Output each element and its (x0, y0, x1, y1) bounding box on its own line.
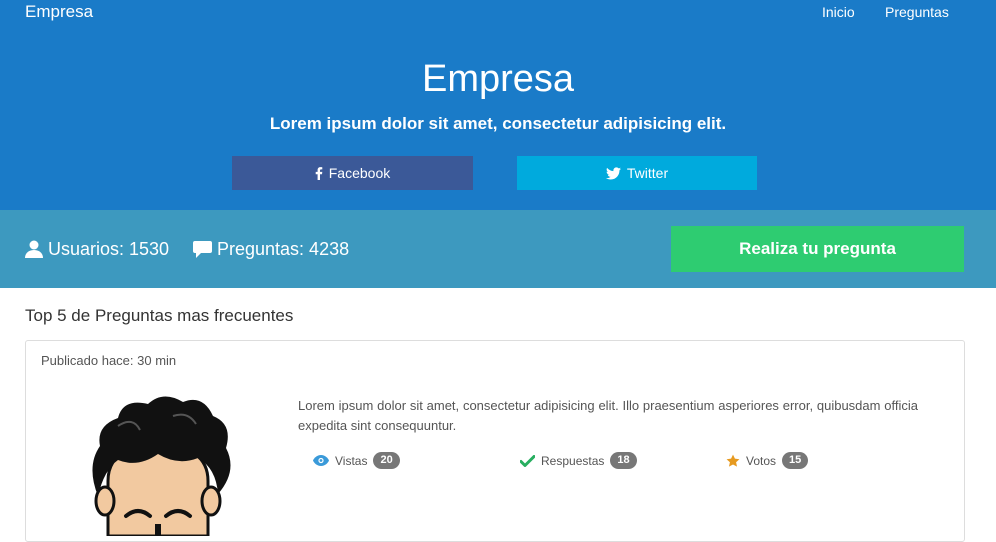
questions-stat-label: Preguntas: 4238 (217, 239, 350, 259)
question-card[interactable]: Publicado hace: 30 min Lorem ipsum dolor… (25, 340, 965, 542)
votes-label: Votos (746, 453, 777, 468)
hero-header: Empresa Inicio Preguntas Empresa Lorem i… (0, 0, 996, 210)
users-stat-label: Usuarios: 1530 (48, 239, 170, 259)
views-metric: Vistas 20 (313, 452, 400, 469)
hero-subtitle: Lorem ipsum dolor sit amet, consectetur … (269, 114, 727, 133)
twitter-label: Twitter (626, 165, 669, 181)
eye-icon (313, 455, 329, 466)
star-icon (726, 454, 740, 468)
question-text: Lorem ipsum dolor sit amet, consectetur … (298, 398, 918, 433)
faq-section-title: Top 5 de Preguntas mas frecuentes (25, 306, 294, 325)
twitter-button[interactable]: Twitter (517, 156, 757, 190)
answers-metric: Respuestas 18 (520, 452, 637, 469)
votes-metric: Votos 15 (726, 452, 809, 469)
twitter-icon (605, 166, 621, 180)
nav-preguntas[interactable]: Preguntas (885, 4, 949, 20)
views-count-badge: 20 (373, 452, 400, 469)
avatar (78, 386, 238, 538)
votes-count-badge: 15 (782, 452, 809, 469)
comment-icon (193, 240, 212, 258)
user-icon (25, 240, 43, 258)
questions-stat: Preguntas: 4238 (193, 238, 349, 260)
stats-bar: Usuarios: 1530 Preguntas: 4238 Realiza t… (0, 210, 996, 288)
hero-title: Empresa (421, 58, 575, 100)
brand-logo[interactable]: Empresa (25, 2, 93, 22)
facebook-label: Facebook (328, 165, 391, 181)
question-meta: Publicado hace: 30 min (41, 353, 177, 368)
views-label: Vistas (335, 453, 368, 468)
users-stat: Usuarios: 1530 (25, 238, 169, 260)
ask-question-button[interactable]: Realiza tu pregunta (671, 226, 964, 272)
facebook-icon (315, 166, 323, 180)
check-icon (520, 454, 535, 467)
answers-label: Respuestas (541, 453, 605, 468)
answers-count-badge: 18 (610, 452, 637, 469)
facebook-button[interactable]: Facebook (232, 156, 473, 190)
nav-inicio[interactable]: Inicio (822, 4, 855, 20)
